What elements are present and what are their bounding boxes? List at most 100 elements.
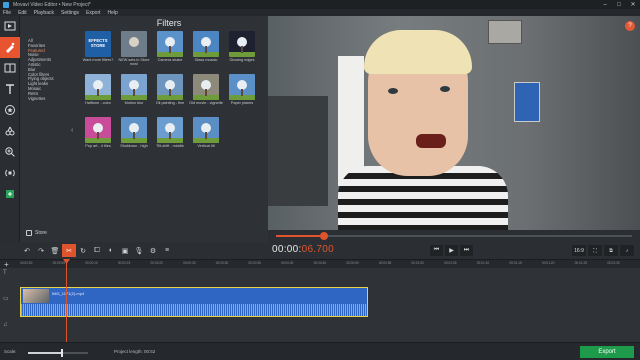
shelf (268, 96, 328, 206)
mouth (416, 134, 446, 148)
title-track-icon: T (3, 270, 7, 276)
delete-icon[interactable]: 🗑 (48, 244, 62, 257)
tool-filters[interactable] (0, 37, 20, 58)
filter-tile[interactable]: Motion blur (116, 74, 152, 114)
prev-icon[interactable]: ⏮ (430, 245, 443, 256)
filter-tile[interactable]: EFFECTS STORE Want more filters? (80, 31, 116, 71)
timecode: 00:00:06.700 (272, 244, 334, 255)
play-icon[interactable]: ▶ (445, 245, 458, 256)
filter-tile[interactable]: Oil painting - fine (152, 74, 188, 114)
filter-tile[interactable]: Old movie - vignette (188, 74, 224, 114)
callouts-icon (4, 125, 16, 139)
right-eye (440, 86, 450, 92)
video-preview[interactable]: ? (268, 16, 640, 230)
menu-playback[interactable]: Playback (34, 10, 54, 16)
filter-label: Old movie - vignette (189, 101, 223, 105)
filter-thumbnail (85, 117, 111, 143)
filter-thumbnail (121, 31, 147, 57)
filter-tile[interactable]: Halftone - color (80, 74, 116, 114)
filter-tile[interactable]: Glowing edges (224, 31, 260, 71)
filter-tile[interactable]: Glass mosaic (188, 31, 224, 71)
filters-grid: EFFECTS STORE Want more filters? NEW sets i… (80, 31, 260, 157)
tool-stickers[interactable] (0, 100, 20, 121)
scale-fill (28, 352, 61, 354)
filter-tile[interactable]: Paper planes (224, 74, 260, 114)
tool-titles[interactable] (0, 79, 20, 100)
clip-thumbnail (23, 289, 49, 303)
filter-label: Camera shake (157, 58, 183, 62)
redo-icon[interactable]: ↷ (34, 244, 48, 257)
next-icon[interactable]: ⏭ (460, 245, 473, 256)
export-button[interactable]: Export (580, 346, 634, 358)
video-clip[interactable]: IMG_1171(2).mp4 (20, 287, 368, 317)
fullscreen-icon[interactable]: ⛶ (588, 245, 602, 256)
scale-handle[interactable] (61, 349, 63, 357)
video-track-icon: ▭ (3, 296, 9, 302)
panel-title: Filters (156, 18, 182, 28)
collapse-arrow-icon[interactable]: ‹ (71, 127, 73, 134)
progress-fill (276, 235, 325, 237)
project-length: Project length: 00:52 (114, 349, 156, 354)
category-list: All Favorites Featured Noise Adjustments Arti… (20, 16, 70, 101)
boy-hair (364, 30, 472, 74)
aspect-ratio-button[interactable]: 16:9 (572, 245, 586, 256)
cut-icon[interactable]: ✂ (62, 244, 76, 257)
detach-icon[interactable]: ⧉ (604, 245, 618, 256)
close-icon[interactable]: ✕ (626, 0, 640, 9)
filter-thumbnail (157, 74, 183, 100)
transition-icon[interactable]: ▣ (118, 244, 132, 257)
filters-icon (4, 41, 16, 55)
menu-help[interactable]: Help (108, 10, 118, 16)
color-icon[interactable]: ◐ (104, 244, 118, 257)
filter-label: Oil painting - fine (155, 101, 185, 105)
filter-label: Vertical tilt (197, 144, 215, 148)
filter-tile[interactable]: Pop art - 4 tiles (80, 117, 116, 157)
tool-callouts[interactable] (0, 121, 20, 142)
filter-tile[interactable]: Tilt-shift - middle (152, 117, 188, 157)
music-track-icon: ♫ (3, 322, 8, 328)
filters-panel: Filters ‹ EFFECTS STORE Want more filters?… (70, 16, 268, 242)
status-bar: Scale: Project length: 00:52 Export (0, 342, 640, 360)
equalizer-icon[interactable]: ≡ (160, 244, 174, 257)
clip-name: IMG_1171(2).mp4 (52, 291, 85, 296)
store-button[interactable]: Store (26, 230, 47, 236)
menu-edit[interactable]: Edit (18, 10, 27, 16)
menu-settings[interactable]: Settings (61, 10, 79, 16)
volume-icon[interactable]: ♪ (620, 245, 634, 256)
tool-stabilization[interactable] (0, 163, 20, 184)
filter-thumbnail (193, 117, 219, 143)
category-item[interactable]: Vignettes (28, 96, 70, 102)
timeline-tracks[interactable]: T ▭ ♫ IMG_1171(2).mp4 (0, 268, 640, 342)
filter-label: NEW sets in Store now! (118, 58, 150, 67)
progress-handle[interactable] (320, 232, 329, 240)
filter-thumbnail (229, 31, 255, 57)
menu-export[interactable]: Export (86, 10, 100, 16)
tool-more-tools[interactable] (0, 184, 20, 205)
filter-label: Glowing edges (229, 58, 255, 62)
filter-tile[interactable]: NEW sets in Store now! (116, 31, 152, 71)
tool-transitions[interactable] (0, 58, 20, 79)
filter-label: Motion blur (124, 101, 144, 105)
maximize-icon[interactable]: □ (612, 0, 626, 9)
filter-label: Shutdown - high (120, 144, 148, 148)
tool-import[interactable] (0, 16, 20, 37)
filter-tile[interactable]: Camera shake (152, 31, 188, 71)
undo-icon[interactable]: ↶ (20, 244, 34, 257)
crop-icon[interactable]: ⧠ (90, 244, 104, 257)
filter-tile[interactable]: Vertical tilt (188, 117, 224, 157)
mic-icon[interactable]: 🎙 (132, 244, 146, 257)
settings-icon[interactable]: ⚙ (146, 244, 160, 257)
left-eye (388, 88, 398, 94)
tool-zoom[interactable] (0, 142, 20, 163)
menu-file[interactable]: File (3, 10, 11, 16)
timeline-ruler[interactable]: + 00:00:00 00:00:05 00:00:10 00:00:15 00:00:… (0, 259, 640, 269)
filter-tile[interactable]: Shutdown - high (116, 117, 152, 157)
rotate-icon[interactable]: ↻ (76, 244, 90, 257)
playhead[interactable] (66, 259, 67, 349)
progress-track (276, 235, 632, 237)
minimize-icon[interactable]: – (598, 0, 612, 9)
filter-thumbnail: EFFECTS STORE (85, 31, 111, 57)
playback-progress[interactable] (268, 230, 640, 242)
scale-label: Scale: (4, 349, 17, 354)
help-icon[interactable]: ? (625, 21, 635, 31)
